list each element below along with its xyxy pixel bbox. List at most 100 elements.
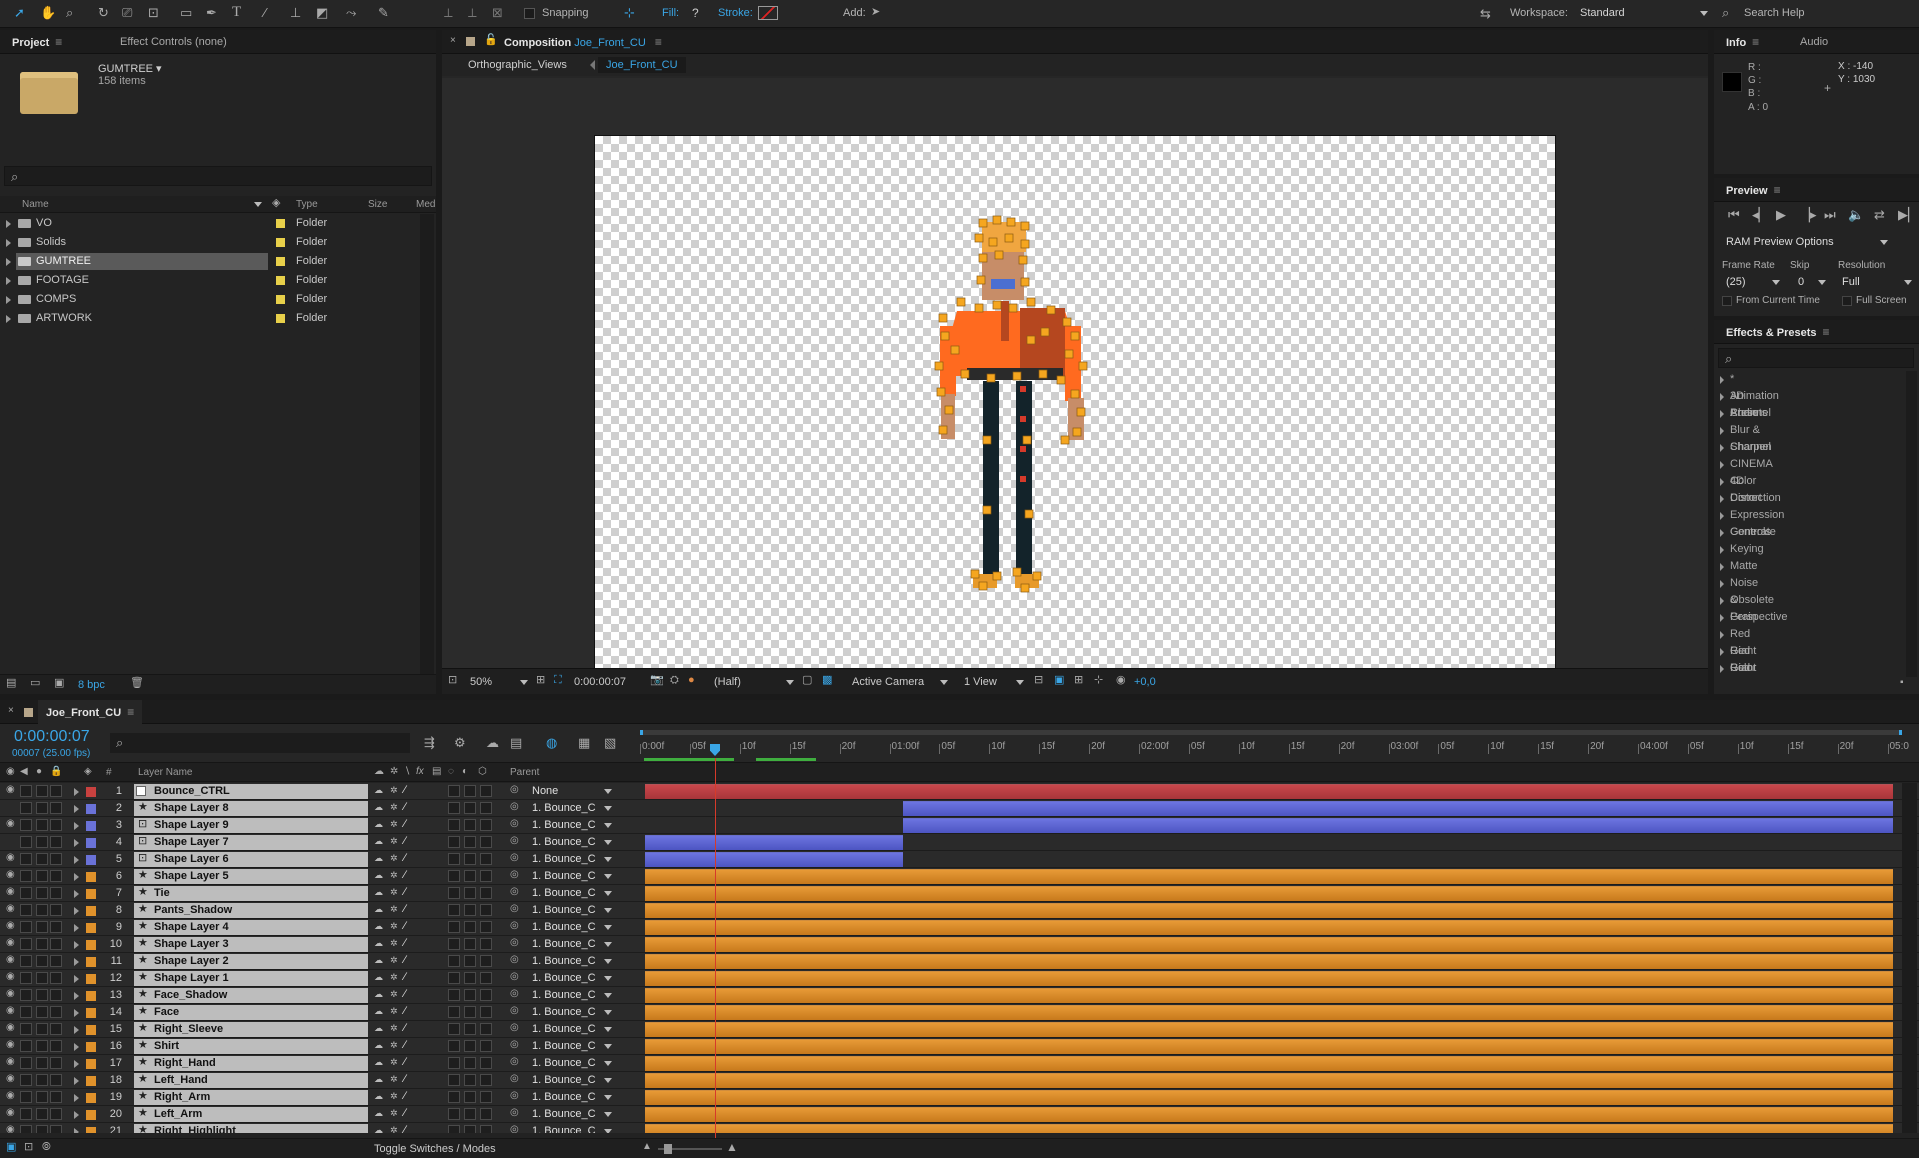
layer-duration-bar[interactable] <box>645 869 1893 884</box>
label-swatch[interactable] <box>86 889 96 899</box>
motion-blur-toggle[interactable] <box>464 836 476 848</box>
visibility-eye-icon[interactable]: ◉ <box>6 887 15 897</box>
resolution-dropdown-icon[interactable] <box>786 680 794 685</box>
search-help-input[interactable]: Search Help <box>1744 7 1805 19</box>
expand-icon[interactable] <box>6 277 11 285</box>
collapse-toggle-icon[interactable]: ✲ <box>390 1041 398 1050</box>
motion-blur-toggle[interactable] <box>464 904 476 916</box>
solo-switch[interactable] <box>36 819 48 831</box>
lock-switch[interactable] <box>50 1006 62 1018</box>
motion-blur-toggle[interactable] <box>464 1091 476 1103</box>
fx-toggle[interactable] <box>448 1006 460 1018</box>
puppet-pin-tool-icon[interactable]: ✎ <box>378 6 389 19</box>
fx-toggle[interactable] <box>448 1040 460 1052</box>
collapse-toggle-icon[interactable]: ✲ <box>390 888 398 897</box>
camera-dropdown-icon[interactable] <box>940 680 948 685</box>
layer-name[interactable]: Shape Layer 7 <box>154 834 229 851</box>
shy-toggle-icon[interactable]: ☁ <box>374 786 383 795</box>
ram-preview-icon[interactable]: ▶▏ <box>1898 208 1918 221</box>
layer-name[interactable]: Shape Layer 5 <box>154 868 229 885</box>
quality-toggle-icon[interactable]: ∕ <box>404 1006 406 1017</box>
fx-toggle[interactable] <box>448 972 460 984</box>
parent-dropdown-icon[interactable] <box>604 1061 612 1066</box>
shy-toggle-icon[interactable]: ☁ <box>374 939 383 948</box>
viewer-timecode[interactable]: 0:00:00:07 <box>574 669 626 695</box>
label-swatch[interactable] <box>86 974 96 984</box>
zoom-select[interactable]: 50% <box>470 669 492 695</box>
parent-dropdown-icon[interactable] <box>604 1112 612 1117</box>
table-row[interactable]: ◉ 15 ★ Right_Sleeve ☁ ✲ ∕ ◎ 1. Bounce_C <box>0 1021 1919 1038</box>
audio-switch[interactable] <box>20 1057 32 1069</box>
ram-preview-options-select[interactable]: RAM Preview Options <box>1726 236 1834 248</box>
layer-name[interactable]: Right_Highlight <box>154 1123 236 1133</box>
fx-toggle[interactable] <box>448 989 460 1001</box>
pick-whip-icon[interactable]: ◎ <box>510 989 519 999</box>
quality-toggle-icon[interactable]: ∕ <box>404 887 406 898</box>
solo-switch[interactable] <box>36 1040 48 1052</box>
audio-switch[interactable] <box>20 836 32 848</box>
collapse-toggle-icon[interactable]: ✲ <box>390 1024 398 1033</box>
label-swatch[interactable] <box>86 1076 96 1086</box>
parent-select[interactable]: 1. Bounce_C <box>532 1055 596 1072</box>
parent-select[interactable]: 1. Bounce_C <box>532 970 596 987</box>
expand-icon[interactable] <box>74 805 79 813</box>
solo-switch[interactable] <box>36 1125 48 1133</box>
first-frame-icon[interactable]: ⏮ <box>1728 208 1740 221</box>
col-type[interactable]: Type <box>296 196 318 213</box>
shy-switch-icon[interactable]: ☁ <box>374 767 384 777</box>
motion-blur-toggle[interactable] <box>464 972 476 984</box>
pick-whip-icon[interactable]: ◎ <box>510 785 519 795</box>
snapping-options-icon[interactable]: ⊹ <box>624 6 635 19</box>
visibility-eye-icon[interactable]: ◉ <box>6 1057 15 1067</box>
layer-duration-bar[interactable] <box>645 920 1893 935</box>
layer-name[interactable]: Tie <box>154 885 170 902</box>
reset-exposure-icon[interactable]: ◉ <box>1116 675 1126 686</box>
expand-icon[interactable] <box>74 839 79 847</box>
motion-blur-toggle[interactable] <box>464 1006 476 1018</box>
label-swatch[interactable] <box>86 1127 96 1133</box>
hand-tool-icon[interactable]: ✋ <box>40 6 56 19</box>
pick-whip-icon[interactable]: ◎ <box>510 938 519 948</box>
table-row[interactable]: ◉ 19 ★ Right_Arm ☁ ✲ ∕ ◎ 1. Bounce_C <box>0 1089 1919 1106</box>
solo-switch[interactable] <box>36 921 48 933</box>
table-row[interactable]: ◉ 6 ★ Shape Layer 5 ☁ ✲ ∕ ◎ 1. Bounce_C <box>0 868 1919 885</box>
table-row[interactable]: 4 ⊡ Shape Layer 7 ☁ ✲ ∕ ◎ 1. Bounce_C <box>0 834 1919 851</box>
zoom-out-icon[interactable]: ▲ <box>642 1142 652 1152</box>
from-current-checkbox[interactable] <box>1722 296 1732 306</box>
expand-icon[interactable] <box>74 958 79 966</box>
collapse-toggle-icon[interactable]: ✲ <box>390 990 398 999</box>
list-item[interactable]: FOOTAGE Folder <box>0 271 434 290</box>
frame-rate-dropdown-icon[interactable] <box>1772 280 1780 285</box>
label-swatch[interactable] <box>86 1008 96 1018</box>
audio-switch[interactable] <box>20 870 32 882</box>
label-swatch[interactable] <box>86 923 96 933</box>
parent-select[interactable]: 1. Bounce_C <box>532 800 596 817</box>
panel-menu-icon[interactable]: ≡ <box>1823 325 1830 339</box>
parent-select[interactable]: 1. Bounce_C <box>532 851 596 868</box>
quality-toggle-icon[interactable]: ∕ <box>404 870 406 881</box>
shy-toggle-icon[interactable]: ☁ <box>374 1024 383 1033</box>
shy-toggle-icon[interactable]: ☁ <box>374 990 383 999</box>
collapse-toggle-icon[interactable]: ✲ <box>390 854 398 863</box>
layer-duration-bar[interactable] <box>645 937 1893 952</box>
fx-toggle[interactable] <box>448 1057 460 1069</box>
new-folder-icon[interactable]: ▭ <box>30 678 40 689</box>
interpret-footage-icon[interactable]: ▤ <box>6 678 16 689</box>
list-item[interactable]: COMPS Folder <box>0 290 434 309</box>
motion-blur-icon[interactable]: ◍ <box>546 736 557 749</box>
visibility-eye-icon[interactable]: ◉ <box>6 904 15 914</box>
visibility-eye-icon[interactable]: ◉ <box>6 938 15 948</box>
panel-menu-icon[interactable]: ≡ <box>1752 35 1759 49</box>
table-row[interactable]: ◉ 20 ★ Left_Arm ☁ ✲ ∕ ◎ 1. Bounce_C <box>0 1106 1919 1123</box>
collapse-toggle-icon[interactable]: ✲ <box>390 922 398 931</box>
solo-switch[interactable] <box>36 887 48 899</box>
col-name[interactable]: Name <box>22 196 49 213</box>
fx-toggle[interactable] <box>448 904 460 916</box>
table-row[interactable]: ◉ 7 ★ Tie ☁ ✲ ∕ ◎ 1. Bounce_C <box>0 885 1919 902</box>
motion-blur-toggle[interactable] <box>464 870 476 882</box>
col-parent[interactable]: Parent <box>510 767 539 778</box>
pick-whip-icon[interactable]: ◎ <box>510 887 519 897</box>
resolution-preview-dropdown-icon[interactable] <box>1904 280 1912 285</box>
title-safe-icon[interactable]: ⊞ <box>536 675 545 686</box>
lock-switch[interactable] <box>50 1091 62 1103</box>
